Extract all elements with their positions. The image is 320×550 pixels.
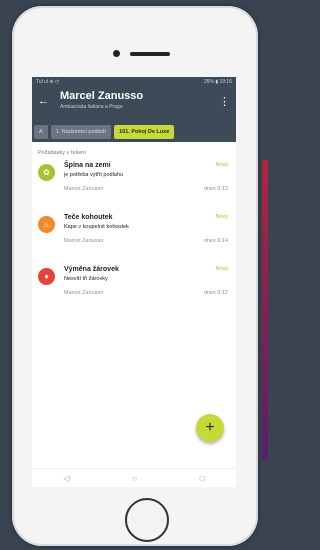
item-user: Marcel Zanusso [64,238,104,244]
item-description: Kape v koupelně kohoutek [64,224,129,230]
item-time: dnes 9:12 [203,290,228,296]
home-button[interactable] [125,498,169,542]
status-badge: Nový [215,214,228,220]
nav-back-icon[interactable]: ◁ [63,474,69,483]
leaf-icon: ✿ [38,164,55,181]
list-item[interactable]: ✿ Špína na zemi je potřeba vytřít podlah… [32,162,236,214]
back-arrow-icon[interactable]: ← [38,95,49,107]
status-left: Tul ul ⊕ ◷ [36,79,60,85]
list-item[interactable]: ♨ Teče kohoutek Kape v koupelně kohoutek… [32,214,236,266]
tab-floor[interactable]: 1. Nadzemní podlaží [50,124,112,139]
item-description: Nesvítí tři žárovky [64,276,108,282]
front-camera [113,50,120,57]
app-bar-subtitle: Ambasciata Italiana a Praga [60,104,123,110]
add-request-button[interactable]: + [196,414,224,442]
item-title: Špína na zemi [64,162,111,169]
item-title: Teče kohoutek [64,214,113,221]
app-bar: ← Marcel Zanusso Ambasciata Italiana a P… [32,87,236,121]
fire-icon: ♦ [38,268,55,285]
item-description: je potřeba vytřít podlahu [64,172,124,178]
app-bar-title: Marcel Zanusso [60,90,144,102]
item-user: Marcel Zanusso [64,186,104,192]
speaker-grille [130,52,170,56]
more-vert-icon[interactable]: ⋮ [219,95,230,108]
status-badge: Nový [215,162,228,168]
nav-recent-icon[interactable]: □ [200,474,205,483]
system-nav-bar: ◁ ○ □ [32,468,236,487]
status-bar: Tul ul ⊕ ◷ 25% ▮ 19:16 [32,77,236,87]
item-time: dnes 9:14 [203,238,228,244]
water-drop-icon: ♨ [38,216,55,233]
tab-room[interactable]: 101. Pokoj De Luxe [114,124,175,139]
nav-home-icon[interactable]: ○ [132,474,137,483]
app-screen: Tul ul ⊕ ◷ 25% ▮ 19:16 ← Marcel Zanusso … [32,77,236,487]
list-item[interactable]: ♦ Výměna žárovek Nesvítí tři žárovky Nov… [32,266,236,318]
item-title: Výměna žárovek [64,266,119,273]
status-badge: Nový [215,266,228,272]
tab-building[interactable]: A [34,124,48,139]
status-right: 25% ▮ 19:16 [203,79,232,85]
item-user: Marcel Zanusso [64,290,104,296]
section-title: Požadavky v řešení [38,150,86,156]
location-tabs: A 1. Nadzemní podlaží 101. Pokoj De Luxe [32,121,236,142]
background-accent [262,160,268,460]
item-time: dnes 9:13 [203,186,228,192]
